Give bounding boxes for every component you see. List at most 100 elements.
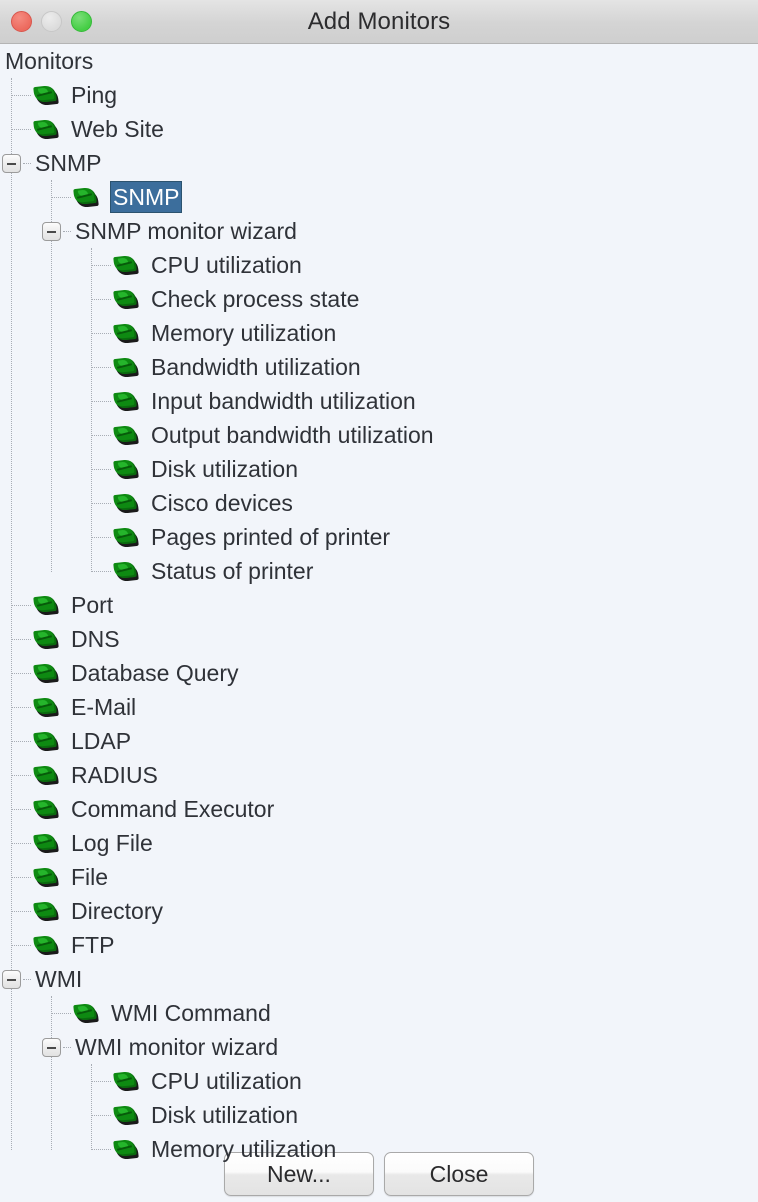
tree-connector [92, 537, 111, 539]
tree-row[interactable]: WMI monitor wizard [0, 1030, 758, 1064]
tree-row[interactable]: Bandwidth utilization [0, 350, 758, 384]
window-title: Add Monitors [0, 8, 758, 36]
tree-item-label: Port [71, 588, 113, 622]
tree-row[interactable]: Memory utilization [0, 1132, 758, 1166]
add-monitors-window: Add Monitors MonitorsPingWeb SiteSNMPSNM… [0, 0, 758, 1202]
leaf-icon [113, 288, 139, 310]
tree-item-label: Disk utilization [151, 452, 298, 486]
collapse-node-icon[interactable] [42, 222, 61, 241]
tree-row[interactable]: Cisco devices [0, 486, 758, 520]
tree-row[interactable]: Command Executor [0, 792, 758, 826]
leaf-icon [113, 1138, 139, 1160]
leaf-icon [33, 764, 59, 786]
minimize-window-button[interactable] [41, 11, 62, 32]
tree-connector [12, 911, 31, 913]
tree-root-row[interactable]: Monitors [0, 44, 758, 78]
tree-row[interactable]: Disk utilization [0, 452, 758, 486]
tree-connector [12, 707, 31, 709]
tree-row[interactable]: Web Site [0, 112, 758, 146]
collapse-node-icon[interactable] [2, 154, 21, 173]
close-window-button[interactable] [11, 11, 32, 32]
leaf-icon [113, 526, 139, 548]
tree-item-label: Input bandwidth utilization [151, 384, 416, 418]
tree-connector [92, 435, 111, 437]
leaf-icon [33, 832, 59, 854]
tree-item-label: WMI [35, 962, 82, 996]
tree-item-label: Database Query [71, 656, 238, 690]
tree-connector [12, 129, 31, 131]
leaf-icon [73, 1002, 99, 1024]
tree-item-label: Directory [71, 894, 163, 928]
leaf-icon [113, 322, 139, 344]
tree-row[interactable]: SNMP [0, 180, 758, 214]
tree-row[interactable]: Disk utilization [0, 1098, 758, 1132]
tree-row[interactable]: Status of printer [0, 554, 758, 588]
zoom-window-button[interactable] [71, 11, 92, 32]
tree-connector [12, 673, 31, 675]
tree-row[interactable]: CPU utilization [0, 248, 758, 282]
leaf-icon [113, 1104, 139, 1126]
tree-connector [92, 333, 111, 335]
leaf-icon [33, 696, 59, 718]
tree-row[interactable]: Directory [0, 894, 758, 928]
tree-connector [92, 299, 111, 301]
tree-row[interactable]: File [0, 860, 758, 894]
tree-row[interactable]: Input bandwidth utilization [0, 384, 758, 418]
tree-item-label: CPU utilization [151, 1064, 302, 1098]
monitors-tree[interactable]: MonitorsPingWeb SiteSNMPSNMPSNMP monitor… [0, 44, 758, 1202]
title-bar: Add Monitors [0, 0, 758, 44]
leaf-icon [113, 560, 139, 582]
tree-row[interactable]: Database Query [0, 656, 758, 690]
tree-row[interactable]: Check process state [0, 282, 758, 316]
tree-row[interactable]: DNS [0, 622, 758, 656]
leaf-icon [113, 458, 139, 480]
tree-item-label: DNS [71, 622, 120, 656]
collapse-node-icon[interactable] [42, 1038, 61, 1057]
tree-row[interactable]: Log File [0, 826, 758, 860]
leaf-icon [33, 798, 59, 820]
leaf-icon [33, 934, 59, 956]
tree-row[interactable]: Output bandwidth utilization [0, 418, 758, 452]
tree-connector [52, 1013, 71, 1015]
tree-item-label: Pages printed of printer [151, 520, 390, 554]
tree-row[interactable]: CPU utilization [0, 1064, 758, 1098]
leaf-icon [33, 628, 59, 650]
tree-connector [12, 809, 31, 811]
tree-connector [63, 231, 71, 233]
tree-row[interactable]: FTP [0, 928, 758, 962]
tree-row[interactable]: Ping [0, 78, 758, 112]
tree-item-label: Command Executor [71, 792, 274, 826]
tree-item-label: Log File [71, 826, 153, 860]
tree-row[interactable]: Pages printed of printer [0, 520, 758, 554]
tree-item-label: WMI monitor wizard [75, 1030, 278, 1064]
tree-connector [12, 95, 31, 97]
tree-item-label: Ping [71, 78, 117, 112]
leaf-icon [113, 254, 139, 276]
tree-row[interactable]: WMI [0, 962, 758, 996]
tree-connector [63, 1047, 71, 1049]
tree-row[interactable]: Port [0, 588, 758, 622]
tree-item-label: FTP [71, 928, 114, 962]
leaf-icon [33, 84, 59, 106]
tree-connector [12, 775, 31, 777]
tree-connector [12, 741, 31, 743]
tree-row[interactable]: RADIUS [0, 758, 758, 792]
leaf-icon [33, 594, 59, 616]
tree-connector [12, 877, 31, 879]
tree-item-label: CPU utilization [151, 248, 302, 282]
tree-item-label: Output bandwidth utilization [151, 418, 434, 452]
tree-row[interactable]: WMI Command [0, 996, 758, 1030]
collapse-node-icon[interactable] [2, 970, 21, 989]
tree-item-label: Memory utilization [151, 1132, 336, 1166]
tree-row[interactable]: Memory utilization [0, 316, 758, 350]
tree-connector [12, 605, 31, 607]
window-controls [11, 11, 92, 32]
tree-row[interactable]: SNMP monitor wizard [0, 214, 758, 248]
tree-row[interactable]: LDAP [0, 724, 758, 758]
tree-item-label: File [71, 860, 108, 894]
leaf-icon [113, 1070, 139, 1092]
tree-row[interactable]: E-Mail [0, 690, 758, 724]
tree-row[interactable]: SNMP [0, 146, 758, 180]
tree-connector [12, 945, 31, 947]
leaf-icon [33, 662, 59, 684]
